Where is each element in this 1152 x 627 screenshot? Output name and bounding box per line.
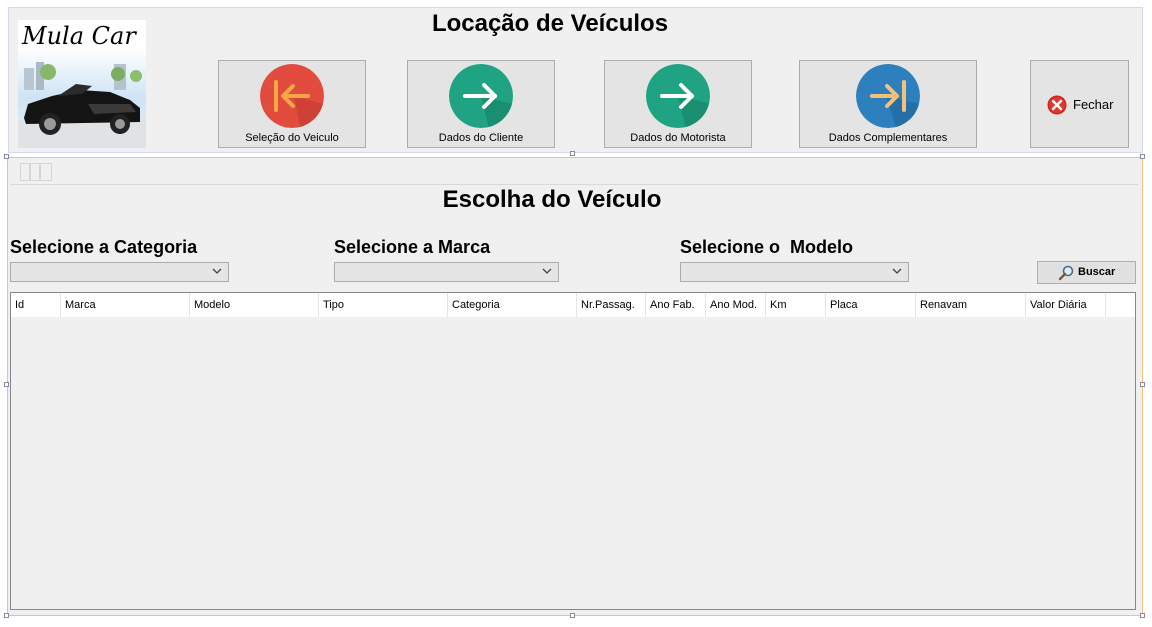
window-title: Locação de Veículos [431,10,669,37]
column-header-renavam[interactable]: Renavam [916,293,1026,317]
nav-button-vehicle-selection[interactable]: Seleção do Veiculo [218,60,366,148]
resize-handle[interactable] [4,154,9,159]
resize-handle[interactable] [4,382,9,387]
column-header-type[interactable]: Tipo [319,293,448,317]
tab-stub[interactable] [40,163,52,181]
model-label: Selecione o Modelo [680,237,854,257]
column-header-model[interactable]: Modelo [190,293,319,317]
tab-stub[interactable] [30,163,40,181]
nav-label: Seleção do Veiculo [245,132,339,144]
resize-handle[interactable] [570,613,575,618]
section-title: Escolha do Veículo [442,186,662,213]
column-header-category[interactable]: Categoria [448,293,577,317]
category-label: Selecione a Categoria [10,237,198,257]
resize-handle[interactable] [1140,382,1145,387]
column-header-plate[interactable]: Placa [826,293,916,317]
nav-button-client-data[interactable]: Dados do Cliente [407,60,555,148]
column-header-id[interactable]: Id [11,293,61,317]
grid-header: Id Marca Modelo Tipo Categoria Nr.Passag… [11,293,1135,317]
column-header-filler [1106,293,1135,317]
vehicles-grid[interactable]: Id Marca Modelo Tipo Categoria Nr.Passag… [10,292,1136,610]
model-select[interactable] [680,262,909,282]
nav-label: Dados do Cliente [438,132,524,144]
resize-handle[interactable] [1140,154,1145,159]
close-button[interactable]: Fechar [1030,60,1129,148]
arrow-left-to-bar-icon [260,64,324,128]
close-label: Fechar [1073,97,1114,112]
arrow-right-icon [646,64,710,128]
resize-handle[interactable] [4,613,9,618]
column-header-km[interactable]: Km [766,293,826,317]
tab-stub[interactable] [20,163,30,181]
chevron-down-icon [892,268,902,274]
resize-handle[interactable] [1140,613,1145,618]
close-icon [1047,95,1067,115]
search-label: Buscar [1078,266,1116,278]
category-select[interactable] [10,262,229,282]
column-header-year-made[interactable]: Ano Fab. [646,293,706,317]
logo-text: Mula Car [22,22,136,50]
logo: Mula Car [18,20,146,148]
tab-strip [10,160,1138,185]
column-header-year-model[interactable]: Ano Mod. [706,293,766,317]
arrow-right-to-bar-icon [856,64,920,128]
arrow-right-icon [449,64,513,128]
resize-handle[interactable] [570,151,575,156]
column-header-daily-rate[interactable]: Valor Diária [1026,293,1106,317]
search-button[interactable]: Buscar [1037,261,1136,284]
column-header-passengers[interactable]: Nr.Passag. [577,293,646,317]
column-header-brand[interactable]: Marca [61,293,190,317]
search-icon [1058,265,1074,281]
nav-label: Dados do Motorista [630,132,726,144]
nav-button-complementary-data[interactable]: Dados Complementares [799,60,977,148]
nav-button-driver-data[interactable]: Dados do Motorista [604,60,752,148]
chevron-down-icon [542,268,552,274]
chevron-down-icon [212,268,222,274]
brand-label: Selecione a Marca [334,237,491,257]
brand-select[interactable] [334,262,559,282]
nav-label: Dados Complementares [828,132,948,144]
